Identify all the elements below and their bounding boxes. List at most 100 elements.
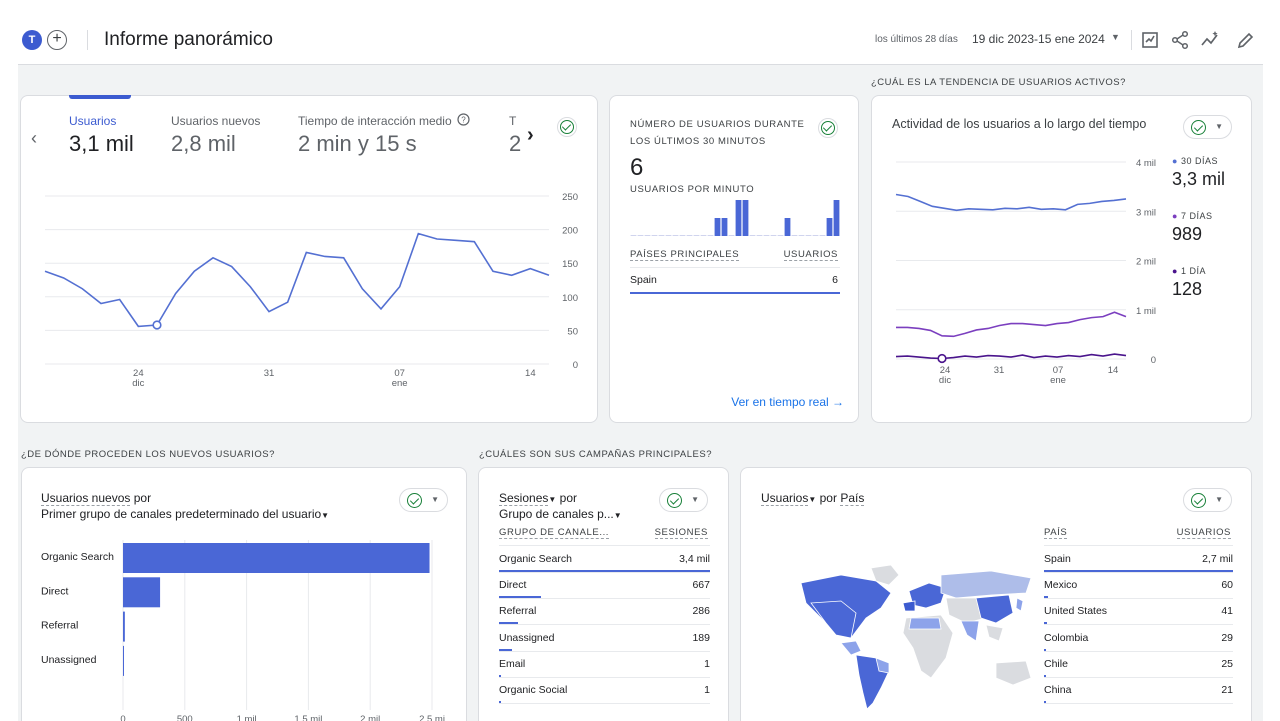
dimension-label: Grupo de canales p... <box>499 507 614 521</box>
y-tick-label: 4 mil <box>1136 158 1156 169</box>
pencil-icon[interactable] <box>1236 30 1256 50</box>
check-status-dropdown[interactable]: ▼ <box>399 488 448 512</box>
table-row[interactable]: China 21 <box>1044 678 1233 704</box>
x-tick-label: 31 <box>994 365 1005 376</box>
data-point-marker <box>937 353 947 364</box>
col-header-users[interactable]: USUARIOS <box>1176 527 1231 539</box>
table-row[interactable]: United States 41 <box>1044 599 1233 626</box>
check-circle-icon <box>821 121 835 135</box>
dimension-selector[interactable]: País <box>840 491 865 506</box>
minute-bar <box>791 235 798 236</box>
date-range-picker[interactable]: 19 dic 2023-15 ene 2024 <box>972 32 1105 46</box>
divider <box>1044 545 1233 546</box>
x-tick-label: ene <box>392 378 408 389</box>
report-page: T + Informe panorámico los últimos 28 dí… <box>18 18 1263 721</box>
overview-card: ‹ Usuarios 3,1 mil Usuarios nuevos 2,8 m… <box>20 95 598 423</box>
check-circle-icon <box>1191 493 1206 508</box>
minute-bar <box>756 235 763 236</box>
table-row[interactable]: Referral 286 <box>499 599 710 626</box>
row-share-bar <box>499 648 512 651</box>
check-circle-icon <box>407 493 422 508</box>
row-label: Organic Search <box>499 553 572 565</box>
insights-icon[interactable] <box>1200 30 1220 50</box>
y-tick-label: 2 mil <box>1136 257 1156 268</box>
caret-down-icon: ▼ <box>1215 122 1223 131</box>
realtime-link[interactable]: Ver en tiempo real → <box>731 395 844 409</box>
share-icon[interactable] <box>1170 30 1190 50</box>
col-header-sessions[interactable]: SESIONES <box>654 527 708 539</box>
arrow-right-icon: → <box>832 395 844 409</box>
minute-bar <box>784 218 791 236</box>
row-share-bar <box>1044 701 1046 703</box>
metric-selector[interactable]: Sesiones <box>499 491 549 506</box>
country-users: 6 <box>832 274 838 286</box>
table-row[interactable]: Mexico 60 <box>1044 573 1233 600</box>
minute-bar <box>770 235 777 236</box>
col-header-group[interactable]: GRUPO DE CANALE... <box>499 527 610 539</box>
new-users-card: Usuarios nuevos por Primer grupo de cana… <box>21 467 467 721</box>
dimension-label: Primer grupo de canales predeterminado d… <box>41 507 322 521</box>
col-group-label: GRUPO DE CANALE... <box>499 527 610 539</box>
caret-down-icon: ▼ <box>321 511 330 520</box>
table-row[interactable]: Spain 2,7 mil <box>1044 547 1233 573</box>
bar <box>123 611 125 642</box>
row-value: 25 <box>1221 657 1233 670</box>
table-row[interactable]: Unassigned 189 <box>499 626 710 652</box>
caret-down-icon: ▼ <box>613 511 622 520</box>
minute-bar <box>819 235 826 236</box>
metric-value: 2 min y 15 s <box>298 131 417 156</box>
row-value: 21 <box>1221 684 1233 696</box>
check-status-button[interactable] <box>818 118 838 138</box>
table-row[interactable]: Organic Social 1 <box>499 678 710 704</box>
minute-bar <box>693 235 700 236</box>
dimension-selector[interactable]: Grupo de canales p...▼ <box>499 507 622 521</box>
legend-text: 30 DÍAS <box>1180 156 1218 166</box>
check-status-button[interactable] <box>557 117 577 137</box>
row-label: Chile <box>1044 657 1068 670</box>
chevron-right-icon[interactable]: › <box>527 124 534 147</box>
x-tick-label: 0 <box>120 714 125 721</box>
minute-bar <box>651 235 658 236</box>
row-value: 3,4 mil <box>679 553 710 565</box>
row-share-bar <box>1044 622 1047 625</box>
metric-tab-truncated[interactable]: T 2 <box>509 114 523 159</box>
row-label: Mexico <box>1044 579 1078 592</box>
minute-bar <box>700 235 707 236</box>
activity-title: Actividad de los usuarios a lo largo del… <box>892 117 1147 131</box>
legend-value: 3,3 mil <box>1172 169 1226 189</box>
check-status-dropdown[interactable]: ▼ <box>1183 488 1232 512</box>
check-status-dropdown[interactable]: ▼ <box>659 488 708 512</box>
legend-label: ● 7 DÍAS <box>1172 211 1212 221</box>
check-status-dropdown[interactable]: ▼ <box>1183 115 1232 139</box>
minute-bar <box>805 235 812 236</box>
users-per-minute-bars <box>630 200 840 236</box>
col-header-country[interactable]: PAÍS <box>1044 527 1068 539</box>
caret-down-icon: ▼ <box>691 495 699 504</box>
row-share-bar <box>1044 596 1049 599</box>
minute-bar <box>728 235 735 236</box>
table-row[interactable]: Email 1 <box>499 652 710 678</box>
caret-down-icon: ▼ <box>431 495 439 504</box>
dimension-selector[interactable]: Primer grupo de canales predeterminado d… <box>41 507 329 521</box>
row-value: 667 <box>692 579 710 592</box>
table-row[interactable]: Direct 667 <box>499 573 710 600</box>
add-comparison-button[interactable]: + <box>47 30 67 50</box>
x-tick-label: 14 <box>1108 365 1119 376</box>
chevron-left-icon[interactable]: ‹ <box>31 128 37 149</box>
chevron-down-icon[interactable]: ▼ <box>1111 32 1120 42</box>
metric-selector[interactable]: Usuarios <box>761 491 809 506</box>
row-label: Email <box>499 657 526 670</box>
country-card: Usuarios▼ por País ▼ PAÍS USUARIOS Spain… <box>740 467 1252 721</box>
minute-bar <box>672 235 679 236</box>
minute-bar <box>658 235 665 236</box>
x-tick-label: 500 <box>177 714 193 721</box>
avatar[interactable]: T <box>22 30 42 50</box>
metric-selector[interactable]: Usuarios nuevos <box>41 491 131 506</box>
edit-comparison-icon[interactable] <box>1140 30 1160 50</box>
table-row[interactable]: Chile 25 <box>1044 652 1233 678</box>
table-row[interactable]: Colombia 29 <box>1044 626 1233 652</box>
help-icon[interactable]: ? <box>457 113 470 126</box>
row-value: 29 <box>1221 631 1233 644</box>
table-row[interactable]: Organic Search 3,4 mil <box>499 547 710 573</box>
x-tick-label: dic <box>132 378 144 389</box>
